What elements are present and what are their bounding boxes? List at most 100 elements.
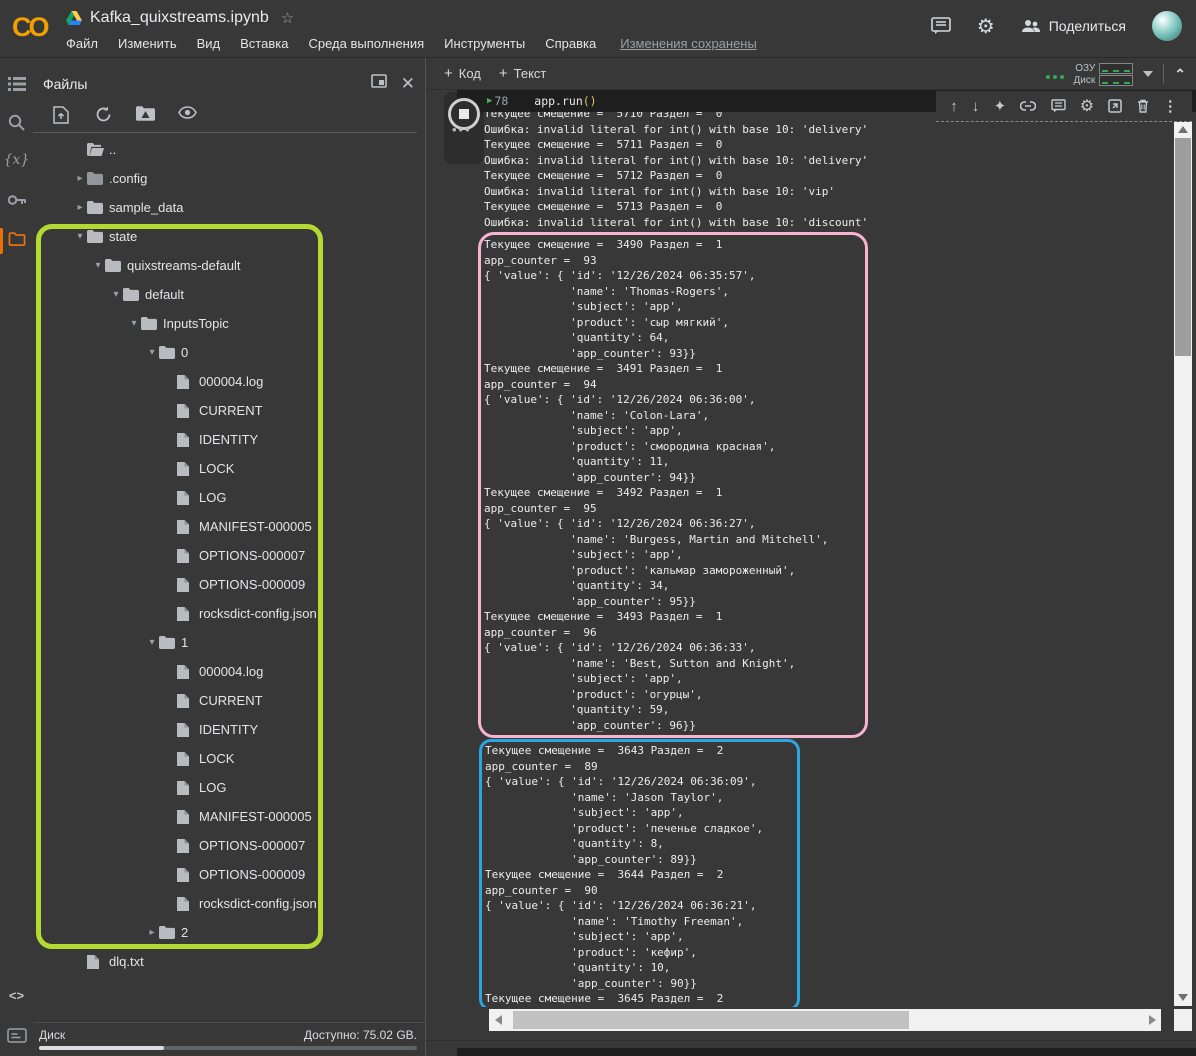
gemini-spark-icon[interactable]: ✦ <box>994 97 1007 115</box>
collapse-toolbar-icon[interactable]: ⌃ <box>1174 66 1186 83</box>
tree-item-rocksdict-config-json[interactable]: rocksdict-config.json <box>33 889 421 918</box>
add-code-button[interactable]: + Код <box>444 65 481 82</box>
secrets-key-icon[interactable] <box>0 194 33 206</box>
horizontal-scrollbar[interactable] <box>489 1009 1161 1031</box>
search-icon[interactable] <box>0 114 33 131</box>
menu-item[interactable]: Вид <box>197 36 221 51</box>
tree-item-manifest-000005[interactable]: MANIFEST-000005 <box>33 802 421 831</box>
tree-item-000004-log[interactable]: 000004.log <box>33 367 421 396</box>
tree-item-label: 1 <box>181 635 188 650</box>
chevron-right-icon[interactable]: ▸ <box>73 202 87 213</box>
add-comment-icon[interactable] <box>1051 99 1066 113</box>
chevron-down-icon[interactable]: ▾ <box>127 318 141 329</box>
output-overflow-dots[interactable]: ••• <box>452 122 472 137</box>
refresh-icon[interactable] <box>95 106 112 123</box>
resource-monitor[interactable]: ОЗУ Диск <box>1074 63 1134 86</box>
tree-item-options-000009[interactable]: OPTIONS-000009 <box>33 860 421 889</box>
colab-logo[interactable]: CO <box>12 12 58 46</box>
tree-item-0[interactable]: ▾0 <box>33 338 421 367</box>
upload-file-icon[interactable] <box>53 106 69 124</box>
tree-item--[interactable]: .. <box>33 135 421 164</box>
tree-item-log[interactable]: LOG <box>33 773 421 802</box>
tree-item-sample-data[interactable]: ▸sample_data <box>33 193 421 222</box>
file-icon <box>177 578 199 592</box>
share-button[interactable]: Поделиться <box>1021 18 1126 34</box>
more-options-icon[interactable]: ⋮ <box>1163 97 1178 115</box>
add-text-button[interactable]: + Текст <box>499 65 547 82</box>
tree-item-1[interactable]: ▾1 <box>33 628 421 657</box>
save-status[interactable]: Изменения сохранены <box>620 36 757 51</box>
tree-item-default[interactable]: ▾ default <box>33 280 421 309</box>
table-of-contents-icon[interactable] <box>0 76 33 92</box>
tree-item-label: dlq.txt <box>109 954 144 969</box>
file-icon <box>177 723 199 737</box>
chevron-right-icon[interactable]: ▸ <box>73 173 87 184</box>
star-icon[interactable]: ☆ <box>281 9 294 27</box>
tree-item-rocksdict-config-json[interactable]: rocksdict-config.json <box>33 599 421 628</box>
tree-item-options-000007[interactable]: OPTIONS-000007 <box>33 541 421 570</box>
move-cell-up-icon[interactable]: ↑ <box>950 98 958 115</box>
colab-window: CO Kafka_quixstreams.ipynb ☆ Файл Измени… <box>0 0 1196 1056</box>
folder-icon <box>159 346 181 359</box>
avatar[interactable] <box>1152 11 1182 41</box>
tree-item-current[interactable]: CURRENT <box>33 396 421 425</box>
menu-item[interactable]: Среда выполнения <box>308 36 424 51</box>
copy-link-icon[interactable] <box>1020 101 1036 111</box>
delete-cell-icon[interactable] <box>1137 99 1149 113</box>
menu-item[interactable]: Справка <box>545 36 596 51</box>
file-icon <box>177 839 199 853</box>
chevron-down-icon[interactable]: ▾ <box>109 289 123 300</box>
tree-item-identity[interactable]: IDENTITY <box>33 425 421 454</box>
mount-drive-icon[interactable] <box>136 106 155 121</box>
tree-item-lock[interactable]: LOCK <box>33 454 421 483</box>
files-folder-icon[interactable] <box>0 232 33 246</box>
tree-item-log[interactable]: LOG <box>33 483 421 512</box>
cell-boundary <box>426 1040 1196 1041</box>
chevron-down-icon[interactable]: ▾ <box>73 231 87 242</box>
chevron-right-icon[interactable]: ▸ <box>145 927 159 938</box>
scroll-right-button[interactable] <box>1143 1009 1161 1031</box>
tree-item-lock[interactable]: LOCK <box>33 744 421 773</box>
move-cell-down-icon[interactable]: ↓ <box>972 98 980 115</box>
tree-item-manifest-000005[interactable]: MANIFEST-000005 <box>33 512 421 541</box>
chevron-down-icon[interactable]: ▾ <box>91 260 105 271</box>
horizontal-scroll-thumb[interactable] <box>513 1011 909 1029</box>
tree-item-identity[interactable]: IDENTITY <box>33 715 421 744</box>
tree-item-dlq-txt[interactable]: dlq.txt <box>33 947 421 976</box>
close-panel-icon[interactable]: ✕ <box>401 74 415 94</box>
cell-settings-gear-icon[interactable]: ⚙ <box>1080 96 1094 116</box>
disk-label: Диск <box>39 1028 65 1042</box>
tree-item-000004-log[interactable]: 000004.log <box>33 657 421 686</box>
hidden-files-eye-icon[interactable] <box>178 106 197 119</box>
menu-item[interactable]: Файл <box>66 36 98 51</box>
menu-item[interactable]: Инструменты <box>444 36 525 51</box>
notebook-title[interactable]: Kafka_quixstreams.ipynb <box>90 9 269 27</box>
tree-item--config[interactable]: ▸.config <box>33 164 421 193</box>
code-snippets-icon[interactable]: <> <box>0 988 33 1003</box>
settings-gear-icon[interactable]: ⚙ <box>977 14 995 39</box>
files-panel: Файлы ✕ <box>33 58 425 1056</box>
file-icon <box>177 781 199 795</box>
menu-item[interactable]: Изменить <box>118 36 177 51</box>
tree-item-inputstopic[interactable]: ▾InputsTopic <box>33 309 421 338</box>
tree-item-state[interactable]: ▾state <box>33 222 421 251</box>
comments-icon[interactable] <box>931 17 951 35</box>
chevron-down-icon[interactable]: ▾ <box>145 637 159 648</box>
open-in-tab-icon[interactable] <box>371 74 387 88</box>
output-text: Текущее смещение = 5710 Раздел = 0 Ошибк… <box>478 106 1188 230</box>
tree-item-options-000009[interactable]: OPTIONS-000009 <box>33 570 421 599</box>
variables-icon[interactable]: {x} <box>0 152 33 168</box>
terminal-icon[interactable] <box>0 1028 33 1043</box>
open-in-window-icon[interactable] <box>1108 99 1122 113</box>
tree-item-label: default <box>145 287 184 302</box>
runtime-dropdown-icon[interactable] <box>1143 71 1153 77</box>
tree-item-label: rocksdict-config.json <box>199 606 317 621</box>
chevron-down-icon[interactable]: ▾ <box>145 347 159 358</box>
tree-item-quixstreams-default[interactable]: ▾quixstreams-default <box>33 251 421 280</box>
tree-item-current[interactable]: CURRENT <box>33 686 421 715</box>
menu-item[interactable]: Вставка <box>240 36 288 51</box>
tree-item-options-000007[interactable]: OPTIONS-000007 <box>33 831 421 860</box>
tree-item-2[interactable]: ▸2 <box>33 918 421 947</box>
file-icon <box>177 607 199 621</box>
scroll-left-button[interactable] <box>489 1009 507 1031</box>
